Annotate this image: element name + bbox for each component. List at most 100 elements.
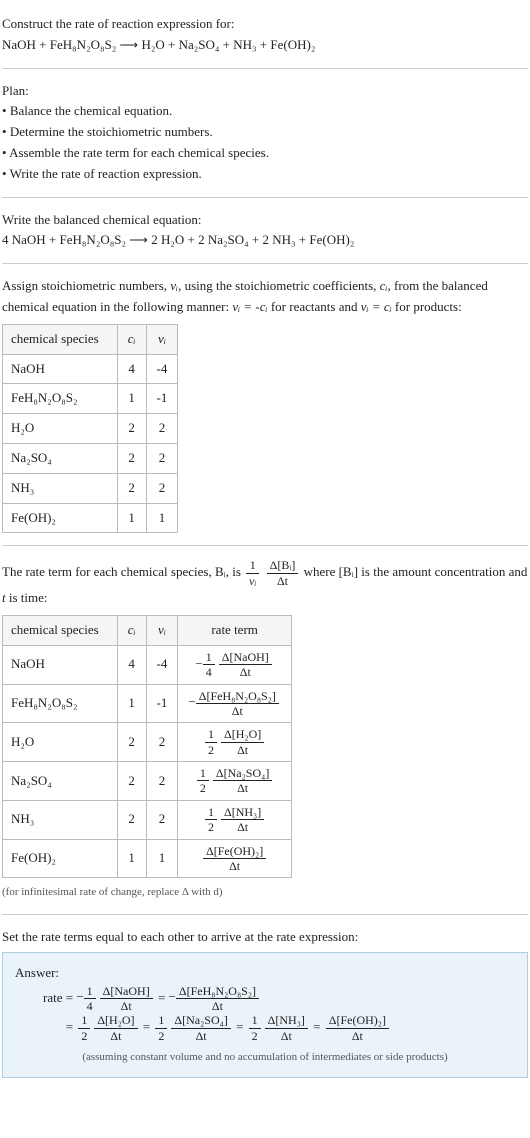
cell-nu: 2: [146, 762, 178, 801]
cell-nu: -1: [146, 384, 178, 414]
rate-intro: is time:: [6, 590, 48, 605]
cell-rate-term: Δ[Fe(OH)₂]Δt: [178, 839, 291, 878]
rate-label: rate =: [43, 989, 76, 1004]
stoich-table: chemical speciescᵢνᵢ NaOH4-4 FeH₈N₂O₈S₂1…: [2, 324, 178, 534]
cell-species: FeH₈N₂O₈S₂: [3, 384, 118, 414]
table-row: Na₂SO₄2212Δ[Na₂SO₄]Δt: [3, 762, 292, 801]
equals-sign: =: [158, 989, 169, 1004]
cell-ci: 2: [117, 800, 146, 839]
table-row: NH₃22: [3, 473, 178, 503]
table-row: H₂O2212Δ[H₂O]Δt: [3, 723, 292, 762]
balanced-title: Write the balanced chemical equation:: [2, 210, 528, 231]
table-row: NaOH4-4: [3, 354, 178, 384]
table-row: H₂O22: [3, 414, 178, 444]
final-title: Set the rate terms equal to each other t…: [2, 927, 528, 948]
cell-ci: 2: [117, 723, 146, 762]
cell-ci: 1: [117, 684, 146, 723]
cell-ci: 1: [117, 384, 146, 414]
cell-nu: -4: [146, 354, 178, 384]
cell-species: NaOH: [3, 354, 118, 384]
stoich-rel: νᵢ = cᵢ: [361, 299, 392, 314]
cell-nu: 2: [146, 414, 178, 444]
cell-species: Na₂SO₄: [3, 762, 118, 801]
cell-species: H₂O: [3, 414, 118, 444]
table-row: NaOH4-4−14Δ[NaOH]Δt: [3, 645, 292, 684]
stoich-intro: Assign stoichiometric numbers,: [2, 278, 170, 293]
cell-rate-term: −14Δ[NaOH]Δt: [178, 645, 291, 684]
balanced-lhs: 4 NaOH + FeH₈N₂O₈S₂: [2, 232, 126, 247]
table-row: FeH₈N₂O₈S₂1-1−Δ[FeH₈N₂O₈S₂]Δt: [3, 684, 292, 723]
col-ci: cᵢ: [117, 615, 146, 645]
col-species: chemical species: [3, 615, 118, 645]
plan-item: Balance the chemical equation.: [10, 103, 172, 118]
cell-ci: 1: [117, 503, 146, 533]
cell-species: H₂O: [3, 723, 118, 762]
cell-nu: 2: [146, 800, 178, 839]
equals-sign: =: [66, 1019, 77, 1034]
balanced-rhs: 2 H₂O + 2 Na₂SO₄ + 2 NH₃ + Fe(OH)₂: [151, 232, 354, 247]
ci-symbol: cᵢ: [380, 278, 388, 293]
cell-species: Fe(OH)₂: [3, 503, 118, 533]
cell-rate-term: 12Δ[NH₃]Δt: [178, 800, 291, 839]
nu-symbol: νᵢ: [170, 278, 178, 293]
cell-nu: 2: [146, 473, 178, 503]
cell-species: NH₃: [3, 473, 118, 503]
plan-item: Write the rate of reaction expression.: [10, 166, 202, 181]
answer-label: Answer:: [15, 963, 515, 984]
cell-nu: 2: [146, 443, 178, 473]
arrow-icon: ⟶: [120, 37, 139, 52]
col-species: chemical species: [3, 324, 118, 354]
construct-prompt: Construct the rate of reaction expressio…: [2, 14, 528, 35]
table-row: Fe(OH)₂11Δ[Fe(OH)₂]Δt: [3, 839, 292, 878]
col-rate-term: rate term: [178, 615, 291, 645]
cell-ci: 2: [117, 473, 146, 503]
equals-sign: =: [236, 1019, 247, 1034]
cell-rate-term: −Δ[FeH₈N₂O₈S₂]Δt: [178, 684, 291, 723]
plan-title: Plan:: [2, 81, 528, 102]
cell-ci: 1: [117, 839, 146, 878]
frac-1-nu: 1νᵢ: [246, 558, 259, 588]
cell-species: NaOH: [3, 645, 118, 684]
eq-lhs: NaOH + FeH₈N₂O₈S₂: [2, 37, 116, 52]
cell-species: Na₂SO₄: [3, 443, 118, 473]
arrow-icon: ⟶: [129, 232, 148, 247]
table-row: Fe(OH)₂11: [3, 503, 178, 533]
cell-ci: 4: [117, 354, 146, 384]
cell-nu: 2: [146, 723, 178, 762]
cell-ci: 2: [117, 414, 146, 444]
equals-sign: =: [143, 1019, 154, 1034]
answer-box: Answer: rate = −14Δ[NaOH]Δt = −Δ[FeH₈N₂O…: [2, 952, 528, 1078]
rate-expression: rate = −14Δ[NaOH]Δt = −Δ[FeH₈N₂O₈S₂]Δt r…: [15, 984, 515, 1044]
cell-nu: 1: [146, 503, 178, 533]
table-row: Na₂SO₄22: [3, 443, 178, 473]
plan-item: Determine the stoichiometric numbers.: [10, 124, 213, 139]
stoich-intro: for products:: [392, 299, 462, 314]
rate-intro: The rate term for each chemical species,…: [2, 564, 244, 579]
equals-sign: =: [313, 1019, 324, 1034]
rate-table: chemical species cᵢ νᵢ rate term NaOH4-4…: [2, 615, 292, 878]
answer-assumption: (assuming constant volume and no accumul…: [15, 1049, 515, 1067]
stoich-intro: , using the stoichiometric coefficients,: [178, 278, 380, 293]
table-row: FeH₈N₂O₈S₂1-1: [3, 384, 178, 414]
col-ci: cᵢ: [117, 324, 146, 354]
col-nu: νᵢ: [146, 615, 178, 645]
cell-species: Fe(OH)₂: [3, 839, 118, 878]
cell-ci: 2: [117, 443, 146, 473]
cell-species: FeH₈N₂O₈S₂: [3, 684, 118, 723]
cell-nu: 1: [146, 839, 178, 878]
table-row: NH₃2212Δ[NH₃]Δt: [3, 800, 292, 839]
cell-ci: 4: [117, 645, 146, 684]
stoich-rel: νᵢ = -cᵢ: [232, 299, 267, 314]
cell-rate-term: 12Δ[H₂O]Δt: [178, 723, 291, 762]
plan-item: Assemble the rate term for each chemical…: [9, 145, 269, 160]
stoich-intro: for reactants and: [268, 299, 361, 314]
col-nu: νᵢ: [146, 324, 178, 354]
rate-note: (for infinitesimal rate of change, repla…: [2, 884, 528, 902]
cell-species: NH₃: [3, 800, 118, 839]
frac-dbi-dt: Δ[Bᵢ]Δt: [267, 558, 299, 588]
cell-nu: -1: [146, 684, 178, 723]
eq-rhs: H₂O + Na₂SO₄ + NH₃ + Fe(OH)₂: [141, 37, 315, 52]
cell-rate-term: 12Δ[Na₂SO₄]Δt: [178, 762, 291, 801]
rate-intro: where [Bᵢ] is the amount concentration a…: [304, 564, 528, 579]
cell-nu: -4: [146, 645, 178, 684]
